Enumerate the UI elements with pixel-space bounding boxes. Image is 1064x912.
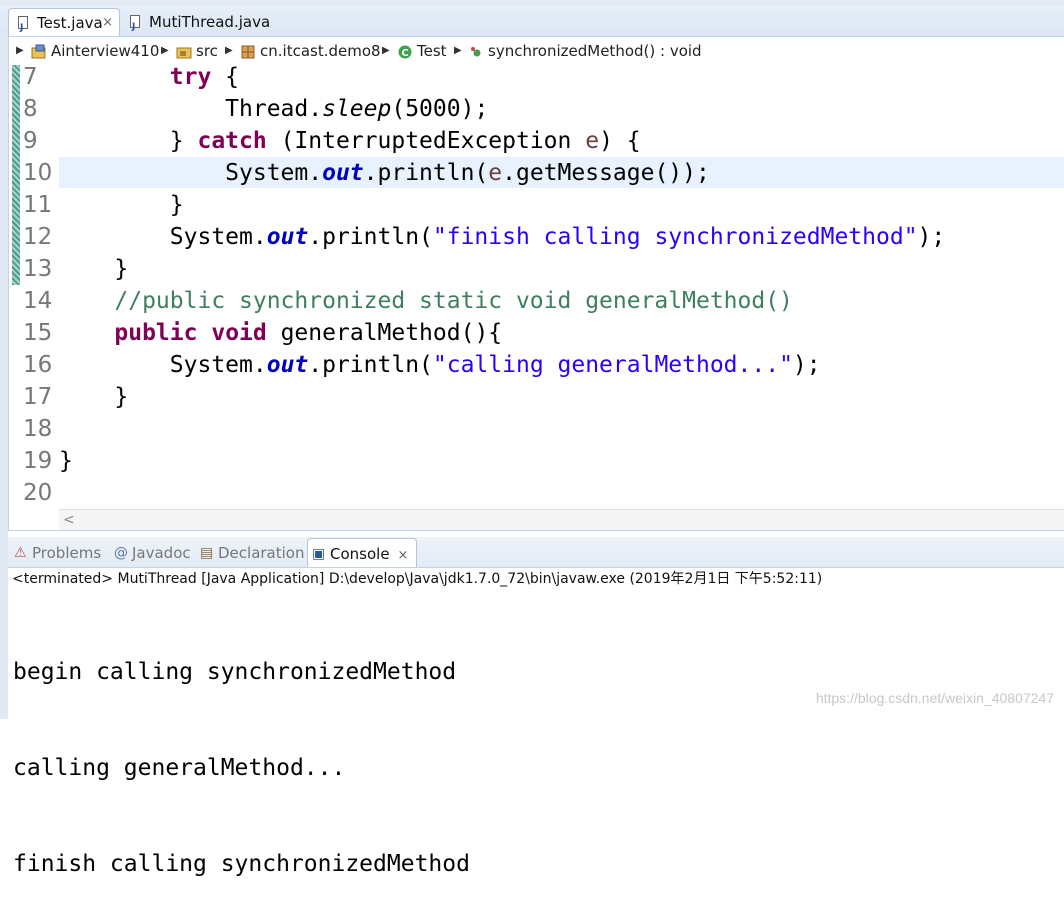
line-number: 8 (23, 96, 38, 122)
tab-label: Test.java (37, 14, 103, 32)
declaration-icon: ▤ (200, 545, 214, 561)
code-line[interactable]: 16 System.out.println("calling generalMe… (9, 349, 1064, 381)
code-text: System.out.println("calling generalMetho… (169, 352, 821, 378)
tab-problems[interactable]: ⚠ Problems (10, 538, 108, 567)
project-icon (31, 44, 46, 58)
line-number: 15 (23, 320, 53, 346)
line-number: 13 (23, 256, 53, 282)
code-text: System.out.println("finish calling synch… (169, 224, 946, 250)
horizontal-scrollbar[interactable]: < (59, 509, 1064, 530)
line-number: 14 (23, 288, 53, 314)
code-line[interactable]: 20 (9, 477, 1064, 509)
svg-text:C: C (401, 48, 408, 59)
code-text: public void generalMethod(){ (114, 320, 503, 346)
java-file-icon (18, 14, 28, 42)
close-icon[interactable]: × (102, 9, 113, 37)
code-line[interactable]: 14 //public synchronized static void gen… (9, 285, 1064, 317)
source-folder-icon (176, 47, 192, 58)
console-icon: ▣ (312, 546, 326, 562)
tab-declaration[interactable]: ▤ Declaration (196, 538, 306, 567)
line-number: 7 (23, 64, 38, 90)
code-line[interactable]: 18 (9, 413, 1064, 445)
code-text: } (114, 256, 129, 282)
code-line[interactable]: 12 System.out.println("finish calling sy… (9, 221, 1064, 253)
class-icon: C (398, 45, 412, 59)
code-text: System.out.println(e.getMessage()); (225, 160, 710, 186)
close-icon[interactable]: × (398, 548, 409, 563)
line-number: 12 (23, 224, 53, 250)
code-line[interactable]: 8 Thread.sleep(5000); (9, 93, 1064, 125)
code-line[interactable]: 13 } (9, 253, 1064, 285)
left-frame-edge (0, 36, 8, 719)
panel-tab-bar: ⚠ Problems @ Javadoc ▤ Declaration ▣ Con… (8, 537, 1064, 568)
console-line: begin calling synchronizedMethod (13, 659, 457, 685)
javadoc-icon: @ (114, 545, 128, 561)
console-line: calling generalMethod... (13, 755, 346, 781)
line-number: 19 (23, 448, 53, 474)
code-text: } (114, 384, 129, 410)
code-text: } catch (InterruptedException e) { (169, 128, 641, 154)
chevron-left-icon[interactable]: < (63, 510, 75, 530)
tab-console[interactable]: ▣ Console × (307, 538, 417, 567)
code-line[interactable]: 7 try { (9, 61, 1064, 93)
problems-icon: ⚠ (14, 545, 27, 561)
console-status: <terminated> MutiThread [Java Applicatio… (12, 571, 823, 587)
line-number: 17 (23, 384, 53, 410)
code-line[interactable]: 9 } catch (InterruptedException e) { (9, 125, 1064, 157)
code-text: } (59, 448, 73, 474)
code-text: Thread.sleep(5000); (225, 96, 489, 122)
package-icon (241, 45, 255, 58)
tab-test-java[interactable]: Test.java × (8, 8, 120, 42)
console-output[interactable]: begin calling synchronizedMethod calling… (13, 592, 470, 912)
tab-label: MutiThread.java (149, 13, 271, 31)
line-number: 11 (23, 192, 53, 218)
code-line[interactable]: 10 System.out.println(e.getMessage()); (9, 157, 1064, 189)
code-text: //public synchronized static void genera… (114, 288, 793, 314)
editor-tab-bar: Test.java × MutiThread.java (0, 0, 1064, 42)
console-line: finish calling synchronizedMethod (13, 851, 470, 877)
line-number: 18 (23, 416, 53, 442)
code-line[interactable]: 11 } (9, 189, 1064, 221)
code-line[interactable]: 15 public void generalMethod(){ (9, 317, 1064, 349)
code-text: try { (169, 64, 240, 90)
code-line[interactable]: 19} (9, 445, 1064, 477)
tab-mutithread-java[interactable]: MutiThread.java (121, 8, 281, 41)
tab-javadoc[interactable]: @ Javadoc (110, 538, 196, 567)
line-number: 9 (23, 128, 38, 154)
line-number: 10 (23, 160, 53, 186)
line-number: 20 (23, 480, 53, 506)
code-text: } (169, 192, 184, 218)
code-editor[interactable]: 7 try {8 Thread.sleep(5000); 9 } catch (I… (8, 64, 1064, 531)
method-icon (471, 46, 481, 56)
code-line[interactable]: 17 } (9, 381, 1064, 413)
tab-bar-top-strip (0, 0, 1064, 6)
watermark: https://blog.csdn.net/weixin_40807247 (815, 690, 1054, 706)
line-number: 16 (23, 352, 53, 378)
java-file-icon (130, 13, 140, 41)
